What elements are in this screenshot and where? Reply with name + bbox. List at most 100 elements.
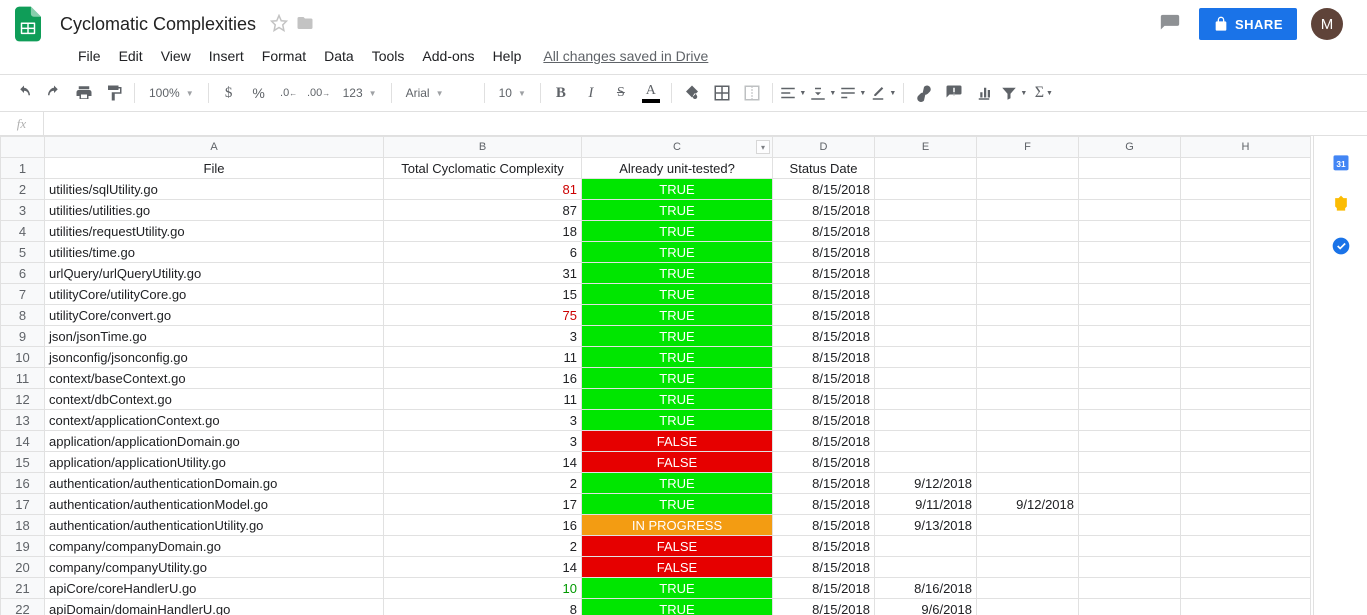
cell-f[interactable]	[977, 179, 1079, 200]
cell-tested[interactable]: TRUE	[582, 221, 773, 242]
cell-empty[interactable]	[1181, 389, 1311, 410]
cell-cc[interactable]: 31	[384, 263, 582, 284]
cell-cc[interactable]: 75	[384, 305, 582, 326]
cell-f[interactable]	[977, 326, 1079, 347]
menu-tools[interactable]: Tools	[364, 44, 413, 68]
filter-arrow-icon[interactable]: ▾	[756, 140, 770, 154]
cell-date[interactable]: 8/15/2018	[773, 557, 875, 578]
saved-status[interactable]: All changes saved in Drive	[543, 48, 708, 64]
cell-tested[interactable]: TRUE	[582, 179, 773, 200]
cell-file[interactable]: context/applicationContext.go	[45, 410, 384, 431]
cell-cc[interactable]: 10	[384, 578, 582, 599]
header-cell[interactable]	[977, 158, 1079, 179]
cell-e[interactable]	[875, 347, 977, 368]
cell-cc[interactable]: 15	[384, 284, 582, 305]
cell-f[interactable]	[977, 536, 1079, 557]
cell-empty[interactable]	[1181, 557, 1311, 578]
row-header[interactable]: 3	[1, 200, 45, 221]
cell-file[interactable]: authentication/authenticationDomain.go	[45, 473, 384, 494]
menu-view[interactable]: View	[153, 44, 199, 68]
row-header[interactable]: 14	[1, 431, 45, 452]
cell-e[interactable]	[875, 200, 977, 221]
menu-addons[interactable]: Add-ons	[414, 44, 482, 68]
cell-cc[interactable]: 81	[384, 179, 582, 200]
cell-e[interactable]	[875, 452, 977, 473]
cell-date[interactable]: 8/15/2018	[773, 578, 875, 599]
cell-e[interactable]: 8/16/2018	[875, 578, 977, 599]
row-header[interactable]: 15	[1, 452, 45, 473]
cell-empty[interactable]	[1079, 557, 1181, 578]
menu-help[interactable]: Help	[485, 44, 530, 68]
cell-tested[interactable]: TRUE	[582, 473, 773, 494]
cell-f[interactable]	[977, 347, 1079, 368]
row-header[interactable]: 8	[1, 305, 45, 326]
cell-empty[interactable]	[1079, 305, 1181, 326]
font-size-combo[interactable]: 10▼	[491, 80, 534, 106]
cell-e[interactable]	[875, 221, 977, 242]
cell-empty[interactable]	[1079, 599, 1181, 615]
cell-tested[interactable]: TRUE	[582, 410, 773, 431]
cell-e[interactable]	[875, 326, 977, 347]
cell-file[interactable]: utilities/utilities.go	[45, 200, 384, 221]
cell-date[interactable]: 8/15/2018	[773, 179, 875, 200]
wrap-button[interactable]: ▼	[839, 79, 867, 107]
cell-f[interactable]	[977, 431, 1079, 452]
col-header-E[interactable]: E	[875, 137, 977, 158]
cell-tested[interactable]: TRUE	[582, 347, 773, 368]
cell-date[interactable]: 8/15/2018	[773, 242, 875, 263]
cell-tested[interactable]: TRUE	[582, 368, 773, 389]
cell-empty[interactable]	[1079, 368, 1181, 389]
cell-f[interactable]	[977, 305, 1079, 326]
h-align-button[interactable]: ▼	[779, 79, 807, 107]
cell-e[interactable]: 9/12/2018	[875, 473, 977, 494]
rotate-button[interactable]: ▼	[869, 79, 897, 107]
cell-cc[interactable]: 2	[384, 536, 582, 557]
cell-date[interactable]: 8/15/2018	[773, 368, 875, 389]
cell-f[interactable]	[977, 515, 1079, 536]
col-header-A[interactable]: A	[45, 137, 384, 158]
paint-format-button[interactable]	[100, 79, 128, 107]
cell-date[interactable]: 8/15/2018	[773, 494, 875, 515]
cell-e[interactable]: 9/11/2018	[875, 494, 977, 515]
cell-tested[interactable]: TRUE	[582, 242, 773, 263]
row-header[interactable]: 9	[1, 326, 45, 347]
cell-tested[interactable]: TRUE	[582, 389, 773, 410]
cell-file[interactable]: authentication/authenticationModel.go	[45, 494, 384, 515]
spreadsheet[interactable]: ABC▾DEFGH 1FileTotal Cyclomatic Complexi…	[0, 136, 1313, 615]
cell-empty[interactable]	[1079, 263, 1181, 284]
cell-tested[interactable]: TRUE	[582, 494, 773, 515]
doc-title[interactable]: Cyclomatic Complexities	[54, 12, 262, 37]
cell-e[interactable]	[875, 284, 977, 305]
cell-cc[interactable]: 14	[384, 557, 582, 578]
cell-tested[interactable]: TRUE	[582, 326, 773, 347]
row-header[interactable]: 18	[1, 515, 45, 536]
cell-f[interactable]	[977, 473, 1079, 494]
header-cell[interactable]	[1079, 158, 1181, 179]
cell-e[interactable]	[875, 410, 977, 431]
cell-empty[interactable]	[1079, 494, 1181, 515]
row-header[interactable]: 20	[1, 557, 45, 578]
cell-file[interactable]: urlQuery/urlQueryUtility.go	[45, 263, 384, 284]
cell-empty[interactable]	[1181, 452, 1311, 473]
calendar-icon[interactable]: 31	[1331, 152, 1351, 172]
cell-tested[interactable]: FALSE	[582, 536, 773, 557]
col-header-H[interactable]: H	[1181, 137, 1311, 158]
link-button[interactable]	[910, 79, 938, 107]
cell-empty[interactable]	[1079, 242, 1181, 263]
cell-e[interactable]	[875, 179, 977, 200]
row-header[interactable]: 21	[1, 578, 45, 599]
cell-cc[interactable]: 11	[384, 389, 582, 410]
cell-date[interactable]: 8/15/2018	[773, 410, 875, 431]
cell-empty[interactable]	[1181, 305, 1311, 326]
cell-date[interactable]: 8/15/2018	[773, 452, 875, 473]
cell-date[interactable]: 8/15/2018	[773, 473, 875, 494]
cell-cc[interactable]: 17	[384, 494, 582, 515]
cell-empty[interactable]	[1181, 494, 1311, 515]
cell-file[interactable]: apiCore/coreHandlerU.go	[45, 578, 384, 599]
cell-f[interactable]	[977, 410, 1079, 431]
cell-date[interactable]: 8/15/2018	[773, 347, 875, 368]
cell-cc[interactable]: 6	[384, 242, 582, 263]
sheets-logo[interactable]	[8, 4, 48, 44]
cell-e[interactable]: 9/6/2018	[875, 599, 977, 615]
cell-file[interactable]: jsonconfig/jsonconfig.go	[45, 347, 384, 368]
